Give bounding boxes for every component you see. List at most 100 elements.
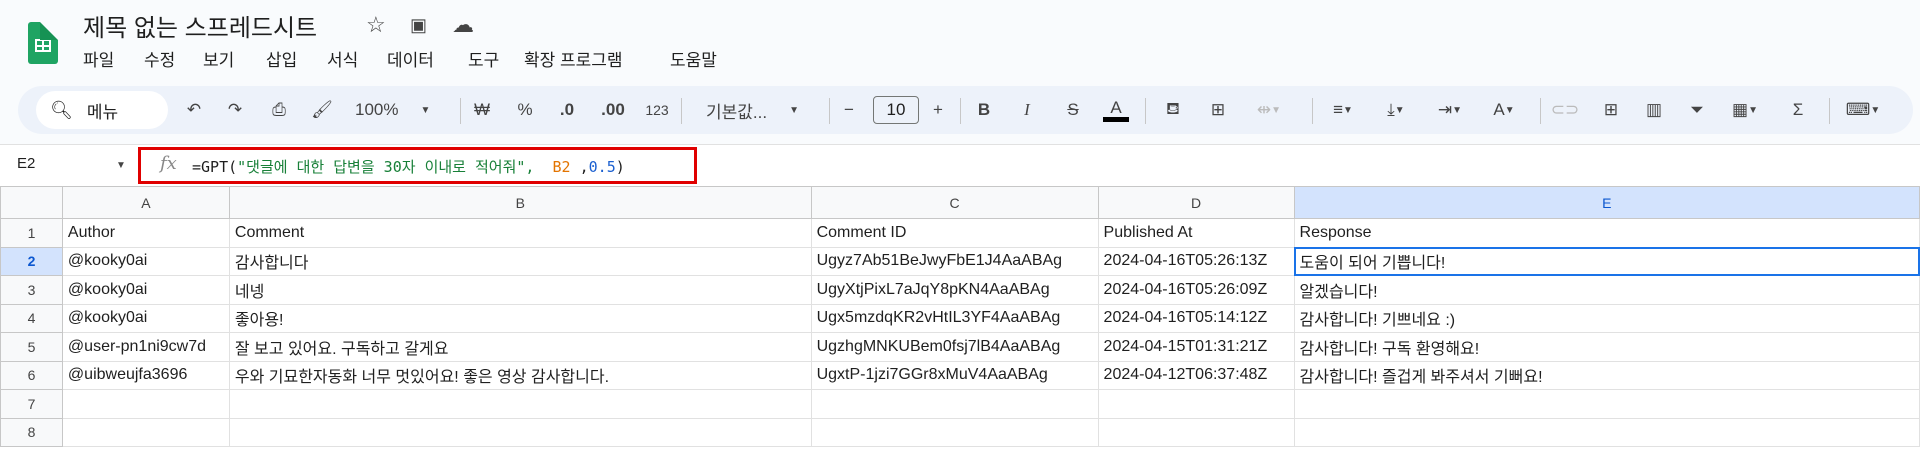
menu-help[interactable]: 도움말	[670, 46, 717, 71]
cell-A8[interactable]	[61, 417, 230, 447]
cell-E8[interactable]	[1293, 417, 1920, 447]
link-icon[interactable]: ⊂⊃	[1551, 98, 1580, 122]
increase-decimal-button[interactable]: .00	[600, 98, 626, 122]
select-all-corner[interactable]	[0, 186, 63, 219]
filter-icon[interactable]: ⏷	[1687, 98, 1707, 122]
row-header-1[interactable]: 1	[0, 218, 63, 248]
cell-E3[interactable]: 알겠습니다!	[1293, 275, 1920, 305]
decrease-decimal-button[interactable]: .0	[556, 98, 578, 122]
zoom-select[interactable]: 100% ▼	[355, 98, 430, 122]
fill-color-icon[interactable]: ⛾	[1161, 98, 1185, 122]
cell-B1[interactable]: Comment	[228, 218, 812, 248]
cell-E6[interactable]: 감사합니다! 즐겁게 봐주셔서 기뻐요!	[1293, 360, 1920, 390]
menu-data[interactable]: 데이터	[387, 46, 434, 71]
menu-tools[interactable]: 도구	[468, 46, 499, 71]
italic-button[interactable]: I	[1018, 98, 1036, 122]
star-icon[interactable]: ☆	[366, 12, 386, 38]
column-header-B[interactable]: B	[228, 186, 812, 219]
merge-cells-icon[interactable]: ⇹ ▼	[1251, 98, 1287, 122]
row-header-6[interactable]: 6	[0, 360, 63, 390]
text-color-button[interactable]: A	[1103, 98, 1129, 122]
comment-icon[interactable]: ⊞	[1600, 98, 1622, 122]
cell-E1[interactable]: Response	[1293, 218, 1920, 248]
cell-E7[interactable]	[1293, 389, 1920, 419]
cell-C5[interactable]: UgzhgMNKUBem0fsj7lB4AaABAg	[810, 332, 1099, 362]
column-header-C[interactable]: C	[810, 186, 1099, 219]
cell-E5[interactable]: 감사합니다! 구독 환영해요!	[1293, 332, 1920, 362]
cell-D4[interactable]: 2024-04-16T05:14:12Z	[1097, 303, 1295, 333]
menu-extensions[interactable]: 확장 프로그램	[524, 46, 623, 71]
cell-C6[interactable]: UgxtP-1jzi7GGr8xMuV4AaABAg	[810, 360, 1099, 390]
cell-A6[interactable]: @uibweujfa3696	[61, 360, 230, 390]
cell-E4[interactable]: 감사합니다! 기쁘네요 :)	[1293, 303, 1920, 333]
cell-C4[interactable]: Ugx5mzdqKR2vHtIL3YF4AaABAg	[810, 303, 1099, 333]
document-title[interactable]: 제목 없는 스프레드시트	[83, 8, 317, 43]
menu-format[interactable]: 서식	[327, 46, 358, 71]
cell-C1[interactable]: Comment ID	[810, 218, 1099, 248]
row-header-3[interactable]: 3	[0, 275, 63, 305]
font-select[interactable]: 기본값... ▼	[706, 98, 799, 122]
cell-D7[interactable]	[1097, 389, 1295, 419]
chart-icon[interactable]: ▥	[1643, 98, 1665, 122]
formula-input[interactable]: =GPT("댓글에 대한 답변을 30자 이내로 적어줘", B2 ,0.5)	[192, 156, 625, 177]
cell-B7[interactable]	[228, 389, 812, 419]
print-icon[interactable]: ⎙	[267, 98, 291, 122]
cell-D5[interactable]: 2024-04-15T01:31:21Z	[1097, 332, 1295, 362]
name-box[interactable]: E2	[17, 155, 35, 172]
borders-icon[interactable]: ⊞	[1207, 98, 1229, 122]
spreadsheet-grid[interactable]: ABCDE 1 Author Comment Comment ID Published …	[0, 186, 1920, 451]
text-rotate-icon[interactable]: A ▼	[1486, 98, 1522, 122]
cell-B3[interactable]: 네넹	[228, 275, 812, 305]
functions-button[interactable]: Σ	[1788, 98, 1808, 122]
cell-B5[interactable]: 잘 보고 있어요. 구독하고 갈게요	[228, 332, 812, 362]
cell-D6[interactable]: 2024-04-12T06:37:48Z	[1097, 360, 1295, 390]
row-header-7[interactable]: 7	[0, 389, 63, 419]
cloud-saved-icon[interactable]: ☁	[452, 12, 474, 38]
currency-format-button[interactable]: ₩	[472, 98, 492, 122]
cell-A2[interactable]: @kooky0ai	[61, 246, 230, 276]
vertical-align-icon[interactable]: ⤓ ▼	[1378, 98, 1414, 122]
redo-icon[interactable]: ↷	[223, 98, 247, 122]
increase-font-size-button[interactable]: +	[929, 98, 947, 122]
cell-A5[interactable]: @user-pn1ni9cw7d	[61, 332, 230, 362]
cell-D1[interactable]: Published At	[1097, 218, 1295, 248]
cell-B8[interactable]	[228, 417, 812, 447]
cell-C7[interactable]	[810, 389, 1099, 419]
move-folder-icon[interactable]: ▣	[410, 15, 427, 36]
horizontal-align-icon[interactable]: ≡ ▼	[1325, 98, 1361, 122]
font-size-input[interactable]: 10	[873, 96, 919, 124]
cell-C8[interactable]	[810, 417, 1099, 447]
row-header-2[interactable]: 2	[0, 246, 63, 276]
number-format-button[interactable]: 123	[643, 98, 671, 122]
menu-search[interactable]: 🔍︎ 메뉴	[36, 91, 168, 129]
cell-D8[interactable]	[1097, 417, 1295, 447]
column-header-E[interactable]: E	[1293, 186, 1920, 219]
decrease-font-size-button[interactable]: −	[840, 98, 858, 122]
input-tools-icon[interactable]: ⌨ ▼	[1843, 98, 1883, 122]
cell-D2[interactable]: 2024-04-16T05:26:13Z	[1097, 246, 1295, 276]
cell-E2[interactable]: 도움이 되어 기쁩니다!	[1293, 246, 1920, 276]
cell-A3[interactable]: @kooky0ai	[61, 275, 230, 305]
strikethrough-button[interactable]: S	[1064, 98, 1082, 122]
percent-format-button[interactable]: %	[515, 98, 535, 122]
menu-insert[interactable]: 삽입	[266, 46, 297, 71]
row-header-8[interactable]: 8	[0, 417, 63, 447]
text-wrap-icon[interactable]: ⇥ ▼	[1432, 98, 1468, 122]
column-header-D[interactable]: D	[1097, 186, 1295, 219]
column-header-A[interactable]: A	[61, 186, 230, 219]
undo-icon[interactable]: ↶	[182, 98, 206, 122]
cell-B2[interactable]: 감사합니다	[228, 246, 812, 276]
row-header-5[interactable]: 5	[0, 332, 63, 362]
cell-B4[interactable]: 좋아용!	[228, 303, 812, 333]
menu-file[interactable]: 파일	[83, 46, 114, 71]
filter-views-icon[interactable]: ▦ ▼	[1727, 98, 1763, 122]
bold-button[interactable]: B	[975, 98, 993, 122]
paint-format-icon[interactable]: 🖌︎	[310, 98, 334, 122]
cell-D3[interactable]: 2024-04-16T05:26:09Z	[1097, 275, 1295, 305]
row-header-4[interactable]: 4	[0, 303, 63, 333]
menu-view[interactable]: 보기	[203, 46, 234, 71]
cell-C2[interactable]: Ugyz7Ab51BeJwyFbE1J4AaABAg	[810, 246, 1099, 276]
cell-A4[interactable]: @kooky0ai	[61, 303, 230, 333]
sheets-logo[interactable]	[28, 22, 58, 64]
chevron-down-icon[interactable]: ▼	[116, 160, 126, 171]
